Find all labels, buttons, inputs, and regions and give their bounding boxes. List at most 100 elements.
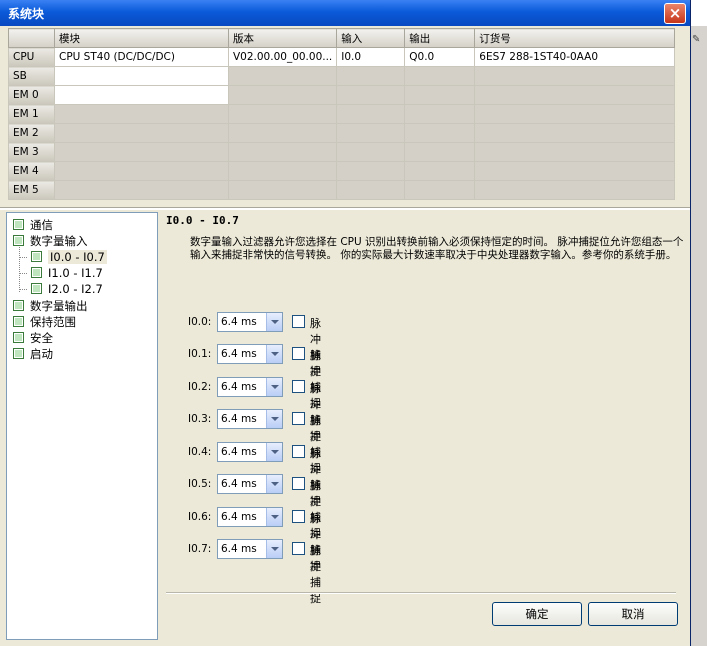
chevron-down-icon[interactable] — [266, 410, 282, 428]
chevron-down-icon[interactable] — [266, 475, 282, 493]
input-cell — [336, 142, 406, 162]
row-slot-label: CPU — [8, 47, 55, 67]
node-icon — [13, 332, 24, 343]
module-cell[interactable] — [54, 123, 229, 143]
version-cell — [227, 142, 338, 162]
node-icon — [13, 235, 24, 246]
module-table: 模块 版本 输入 输出 订货号 CPU CPU ST40 (DC/DC/DC) … — [8, 28, 676, 200]
chevron-down-icon[interactable] — [266, 313, 282, 331]
chevron-down-icon[interactable] — [266, 378, 282, 396]
table-row-em2[interactable]: EM 2 — [8, 123, 676, 143]
pulse-catch-checkbox[interactable] — [292, 477, 305, 490]
tree-item-digital-input[interactable]: 数字量输入 — [13, 234, 88, 249]
order-number-cell — [474, 180, 676, 200]
pulse-catch-label[interactable]: 脉冲捕捉 — [310, 542, 321, 606]
table-row-em3[interactable]: EM 3 — [8, 142, 676, 162]
input-cell — [336, 66, 406, 86]
row-slot-label: EM 2 — [8, 123, 55, 143]
pulse-catch-checkbox[interactable] — [292, 542, 305, 555]
row-slot-label: EM 4 — [8, 161, 55, 181]
order-number-cell — [474, 142, 676, 162]
order-number-cell — [474, 161, 676, 181]
filter-time-select[interactable]: 6.4 ms — [217, 507, 283, 527]
close-button[interactable]: × — [664, 3, 686, 24]
pulse-catch-checkbox[interactable] — [292, 347, 305, 360]
table-row-sb[interactable]: SB — [8, 66, 676, 86]
row-slot-label: EM 5 — [8, 180, 55, 200]
module-cell[interactable] — [54, 180, 229, 200]
output-cell — [404, 123, 476, 143]
chevron-down-icon[interactable] — [266, 540, 282, 558]
tree-item-i2[interactable]: I2.0 - I2.7 — [31, 282, 103, 297]
cancel-button[interactable]: 取消 — [588, 602, 678, 626]
pulse-catch-checkbox[interactable] — [292, 445, 305, 458]
column-header-order-number[interactable]: 订货号 — [474, 28, 676, 48]
input-label: I0.1: — [188, 348, 212, 360]
module-cell[interactable] — [54, 66, 229, 86]
chevron-down-icon[interactable] — [266, 508, 282, 526]
table-row-em1[interactable]: EM 1 — [8, 104, 676, 124]
filter-time-select[interactable]: 6.4 ms — [217, 312, 283, 332]
module-table-area: 模块 版本 输入 输出 订货号 CPU CPU ST40 (DC/DC/DC) … — [2, 26, 688, 207]
column-header-version[interactable]: 版本 — [227, 28, 338, 48]
ok-button[interactable]: 确定 — [492, 602, 582, 626]
column-header-input[interactable]: 输入 — [336, 28, 406, 48]
node-icon — [13, 300, 24, 311]
module-cell[interactable] — [54, 161, 229, 181]
tree-connector — [19, 289, 27, 290]
version-cell[interactable]: V02.00.00_00.00... — [227, 47, 338, 67]
title-bar[interactable]: 系统块 × — [0, 0, 690, 26]
column-header-output[interactable]: 输出 — [404, 28, 476, 48]
chevron-down-icon[interactable] — [266, 443, 282, 461]
input-label: I0.2: — [188, 381, 212, 393]
tree-item-digital-output[interactable]: 数字量输出 — [13, 299, 88, 314]
pencil-icon: ✎ — [692, 34, 701, 45]
background-app-edge: ✎ — [691, 26, 707, 646]
table-row-cpu[interactable]: CPU CPU ST40 (DC/DC/DC) V02.00.00_00.00.… — [8, 47, 676, 67]
order-number-cell[interactable]: 6ES7 288-1ST40-0AA0 — [474, 47, 676, 67]
node-icon — [31, 251, 42, 262]
filter-time-select[interactable]: 6.4 ms — [217, 409, 283, 429]
system-block-window: 系统块 × 模块 版本 输入 输出 订货号 CPU CPU ST40 (DC/D… — [0, 0, 691, 646]
output-cell[interactable]: Q0.0 — [404, 47, 476, 67]
row-slot-label: EM 3 — [8, 142, 55, 162]
filter-time-select[interactable]: 6.4 ms — [217, 377, 283, 397]
input-cell — [336, 85, 406, 105]
filter-time-select[interactable]: 6.4 ms — [217, 539, 283, 559]
version-cell — [227, 66, 338, 86]
pulse-catch-checkbox[interactable] — [292, 510, 305, 523]
tree-item-communication[interactable]: 通信 — [13, 218, 53, 233]
chevron-down-icon[interactable] — [266, 345, 282, 363]
module-cell[interactable] — [54, 142, 229, 162]
tree-item-security[interactable]: 安全 — [13, 331, 53, 346]
table-row-em4[interactable]: EM 4 — [8, 161, 676, 181]
filter-time-select[interactable]: 6.4 ms — [217, 442, 283, 462]
tree-item-i1[interactable]: I1.0 - I1.7 — [31, 266, 103, 281]
output-cell — [404, 180, 476, 200]
node-icon — [13, 219, 24, 230]
window-title: 系统块 — [8, 7, 45, 21]
filter-time-select[interactable]: 6.4 ms — [217, 474, 283, 494]
table-row-em0[interactable]: EM 0 — [8, 85, 676, 105]
panel-heading: I0.0 - I0.7 — [166, 214, 239, 227]
input-label: I0.4: — [188, 446, 212, 458]
tree-item-startup[interactable]: 启动 — [13, 347, 53, 362]
tree-item-i0[interactable]: I0.0 - I0.7 — [31, 250, 107, 265]
module-cell[interactable]: CPU ST40 (DC/DC/DC) — [54, 47, 229, 67]
tree-item-retentive-ranges[interactable]: 保持范围 — [13, 315, 76, 330]
input-cell[interactable]: I0.0 — [336, 47, 406, 67]
table-row-em5[interactable]: EM 5 — [8, 180, 676, 200]
pulse-catch-checkbox[interactable] — [292, 412, 305, 425]
order-number-cell — [474, 66, 676, 86]
filter-time-select[interactable]: 6.4 ms — [217, 344, 283, 364]
divider — [166, 592, 676, 594]
pulse-catch-checkbox[interactable] — [292, 315, 305, 328]
splitter-bar[interactable] — [0, 207, 690, 210]
module-cell[interactable] — [54, 85, 229, 105]
tree-connector — [19, 257, 27, 258]
column-header-module[interactable]: 模块 — [54, 28, 229, 48]
version-cell — [227, 161, 338, 181]
output-cell — [404, 85, 476, 105]
pulse-catch-checkbox[interactable] — [292, 380, 305, 393]
module-cell[interactable] — [54, 104, 229, 124]
